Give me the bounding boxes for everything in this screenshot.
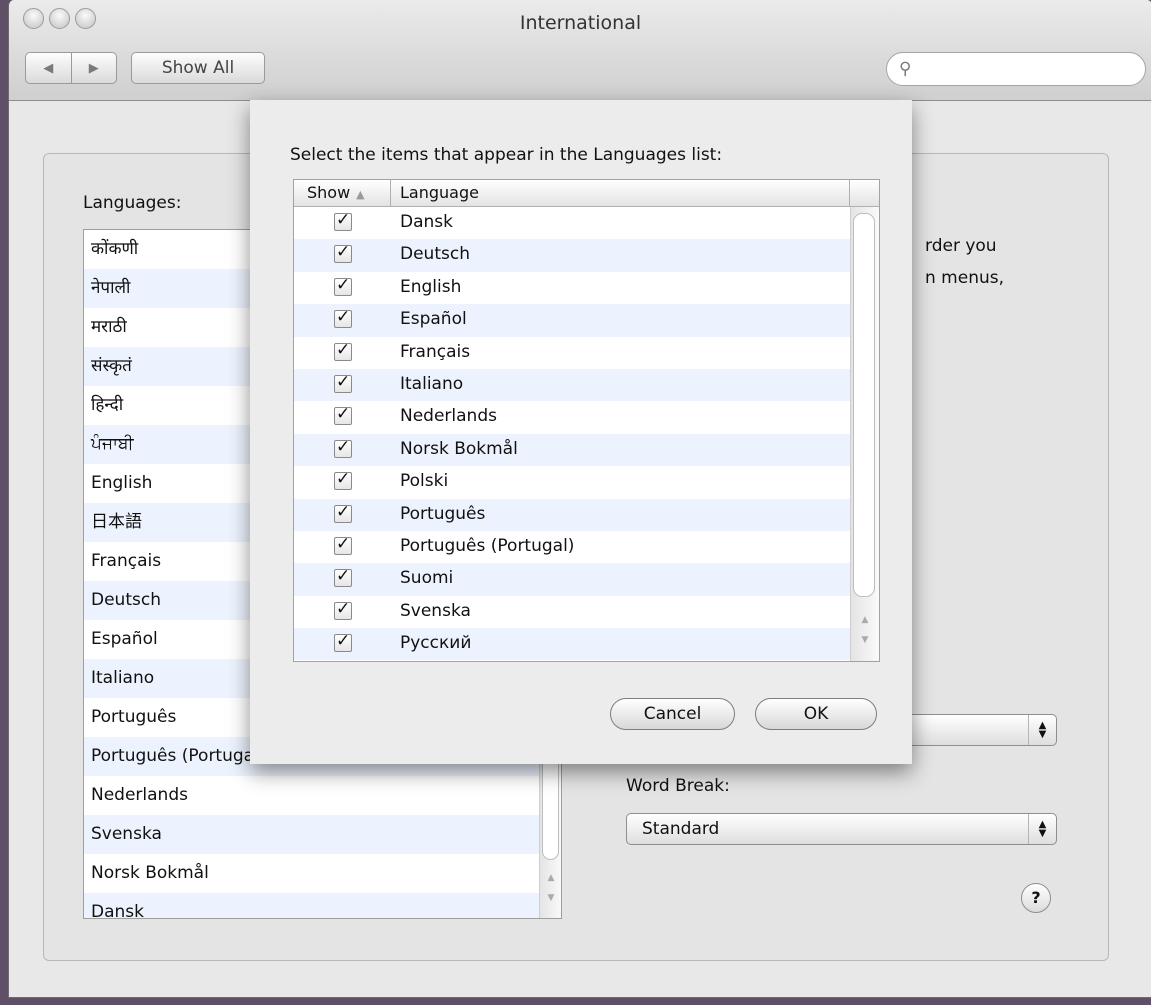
table-row[interactable]: ✓ Nederlands xyxy=(294,401,850,433)
show-checkbox[interactable]: ✓ xyxy=(334,633,352,653)
table-row[interactable]: ✓ Français xyxy=(294,337,850,369)
language-name: English xyxy=(400,276,462,297)
nav-buttons: ◀ ▶ xyxy=(25,52,117,84)
language-name: Nederlands xyxy=(400,406,497,427)
show-checkbox[interactable]: ✓ xyxy=(334,438,352,458)
table-row[interactable]: ✓ English xyxy=(294,272,850,304)
languages-sheet: Select the items that appear in the Lang… xyxy=(250,100,912,764)
list-item[interactable]: Svenska xyxy=(84,815,561,854)
scroll-up-arrow-icon[interactable]: ▲ xyxy=(851,612,879,628)
order-description-line2: n menus, xyxy=(925,268,1005,288)
forward-button[interactable]: ▶ xyxy=(70,53,117,83)
language-name: Русский xyxy=(400,633,472,654)
table-row[interactable]: ✓ Español xyxy=(294,304,850,337)
show-checkbox[interactable]: ✓ xyxy=(334,309,352,329)
popup-arrows-icon: ▲ ▼ xyxy=(1028,814,1056,844)
show-checkbox[interactable]: ✓ xyxy=(334,341,352,361)
back-button[interactable]: ◀ xyxy=(26,53,71,83)
language-name: Dansk xyxy=(400,212,453,232)
word-break-popup[interactable]: Standard ▲ ▼ xyxy=(626,813,1057,845)
languages-table[interactable]: Show ▲ Language ✓ Dansk ✓ Deutsch ✓ English ✓ Es… xyxy=(293,179,880,662)
show-checkbox[interactable]: ✓ xyxy=(334,568,352,588)
table-scroll-thumb[interactable] xyxy=(853,213,875,597)
scroll-up-arrow-icon[interactable]: ▲ xyxy=(540,870,561,886)
list-item[interactable]: Dansk xyxy=(84,893,561,918)
window-title: International xyxy=(519,12,642,34)
table-row[interactable]: ✓ Português (Portugal) xyxy=(294,531,850,563)
show-checkbox[interactable]: ✓ xyxy=(334,535,352,555)
table-scrollbar[interactable]: ▲ ▼ xyxy=(850,207,879,661)
table-row[interactable]: ✓ Italiano xyxy=(294,368,850,402)
table-row[interactable]: ✓ Norsk Bokmål xyxy=(294,433,850,467)
search-input[interactable]: ⚲ xyxy=(886,52,1146,86)
word-break-label: Word Break: xyxy=(626,776,730,796)
language-name: Polski xyxy=(400,471,449,492)
show-checkbox[interactable]: ✓ xyxy=(334,244,352,264)
column-header-show[interactable]: Show ▲ xyxy=(294,180,391,206)
scroll-down-arrow-icon[interactable]: ▼ xyxy=(540,890,561,906)
language-name: Español xyxy=(400,309,467,330)
language-name: Français xyxy=(400,341,471,362)
show-checkbox[interactable]: ✓ xyxy=(334,406,352,426)
help-button[interactable]: ? xyxy=(1021,883,1051,913)
back-arrow-icon: ◀ xyxy=(43,60,54,76)
show-checkbox[interactable]: ✓ xyxy=(334,471,352,491)
show-checkbox[interactable]: ✓ xyxy=(334,600,352,620)
show-all-button[interactable]: Show All xyxy=(131,52,265,84)
table-row[interactable]: ✓ Русский xyxy=(294,628,850,661)
language-name: Norsk Bokmål xyxy=(400,438,518,459)
language-name: Italiano xyxy=(400,373,464,394)
scroll-down-arrow-icon[interactable]: ▼ xyxy=(851,632,879,648)
sort-ascending-icon: ▲ xyxy=(356,188,365,201)
show-checkbox[interactable]: ✓ xyxy=(334,212,352,231)
table-row[interactable]: ✓ Suomi xyxy=(294,563,850,596)
column-header-language[interactable]: Language xyxy=(392,180,850,206)
search-icon: ⚲ xyxy=(899,59,912,79)
column-show-label: Show xyxy=(307,183,351,202)
show-checkbox[interactable]: ✓ xyxy=(334,503,352,523)
table-row[interactable]: ✓ Polski xyxy=(294,466,850,498)
word-break-value: Standard xyxy=(642,819,720,839)
popup-arrows-icon: ▲ ▼ xyxy=(1028,715,1056,745)
table-row[interactable]: ✓ Svenska xyxy=(294,596,850,628)
language-name: Português (Portugal) xyxy=(400,535,575,556)
table-row[interactable]: ✓ Deutsch xyxy=(294,239,850,272)
ok-button[interactable]: OK xyxy=(755,698,877,730)
languages-label: Languages: xyxy=(83,193,182,213)
title-toolbar: International ◀ ▶ Show All ⚲ xyxy=(9,0,1151,101)
cancel-button[interactable]: Cancel xyxy=(610,698,735,730)
language-name: Svenska xyxy=(400,600,471,621)
sheet-prompt: Select the items that appear in the Lang… xyxy=(290,145,723,165)
table-header: Show ▲ Language xyxy=(294,180,879,207)
language-name: Deutsch xyxy=(400,244,470,265)
list-item[interactable]: Nederlands xyxy=(84,776,561,815)
language-name: Suomi xyxy=(400,568,454,589)
table-row[interactable]: ✓ Português xyxy=(294,498,850,531)
show-checkbox[interactable]: ✓ xyxy=(334,276,352,296)
table-body: ✓ Dansk ✓ Deutsch ✓ English ✓ Español ✓ Français ✓… xyxy=(294,207,850,661)
order-description-line1: rder you xyxy=(925,236,997,256)
list-item[interactable]: Norsk Bokmål xyxy=(84,854,561,893)
language-name: Português xyxy=(400,503,486,524)
table-row[interactable]: ✓ Dansk xyxy=(294,207,850,239)
show-checkbox[interactable]: ✓ xyxy=(334,373,352,393)
forward-arrow-icon: ▶ xyxy=(88,60,99,76)
